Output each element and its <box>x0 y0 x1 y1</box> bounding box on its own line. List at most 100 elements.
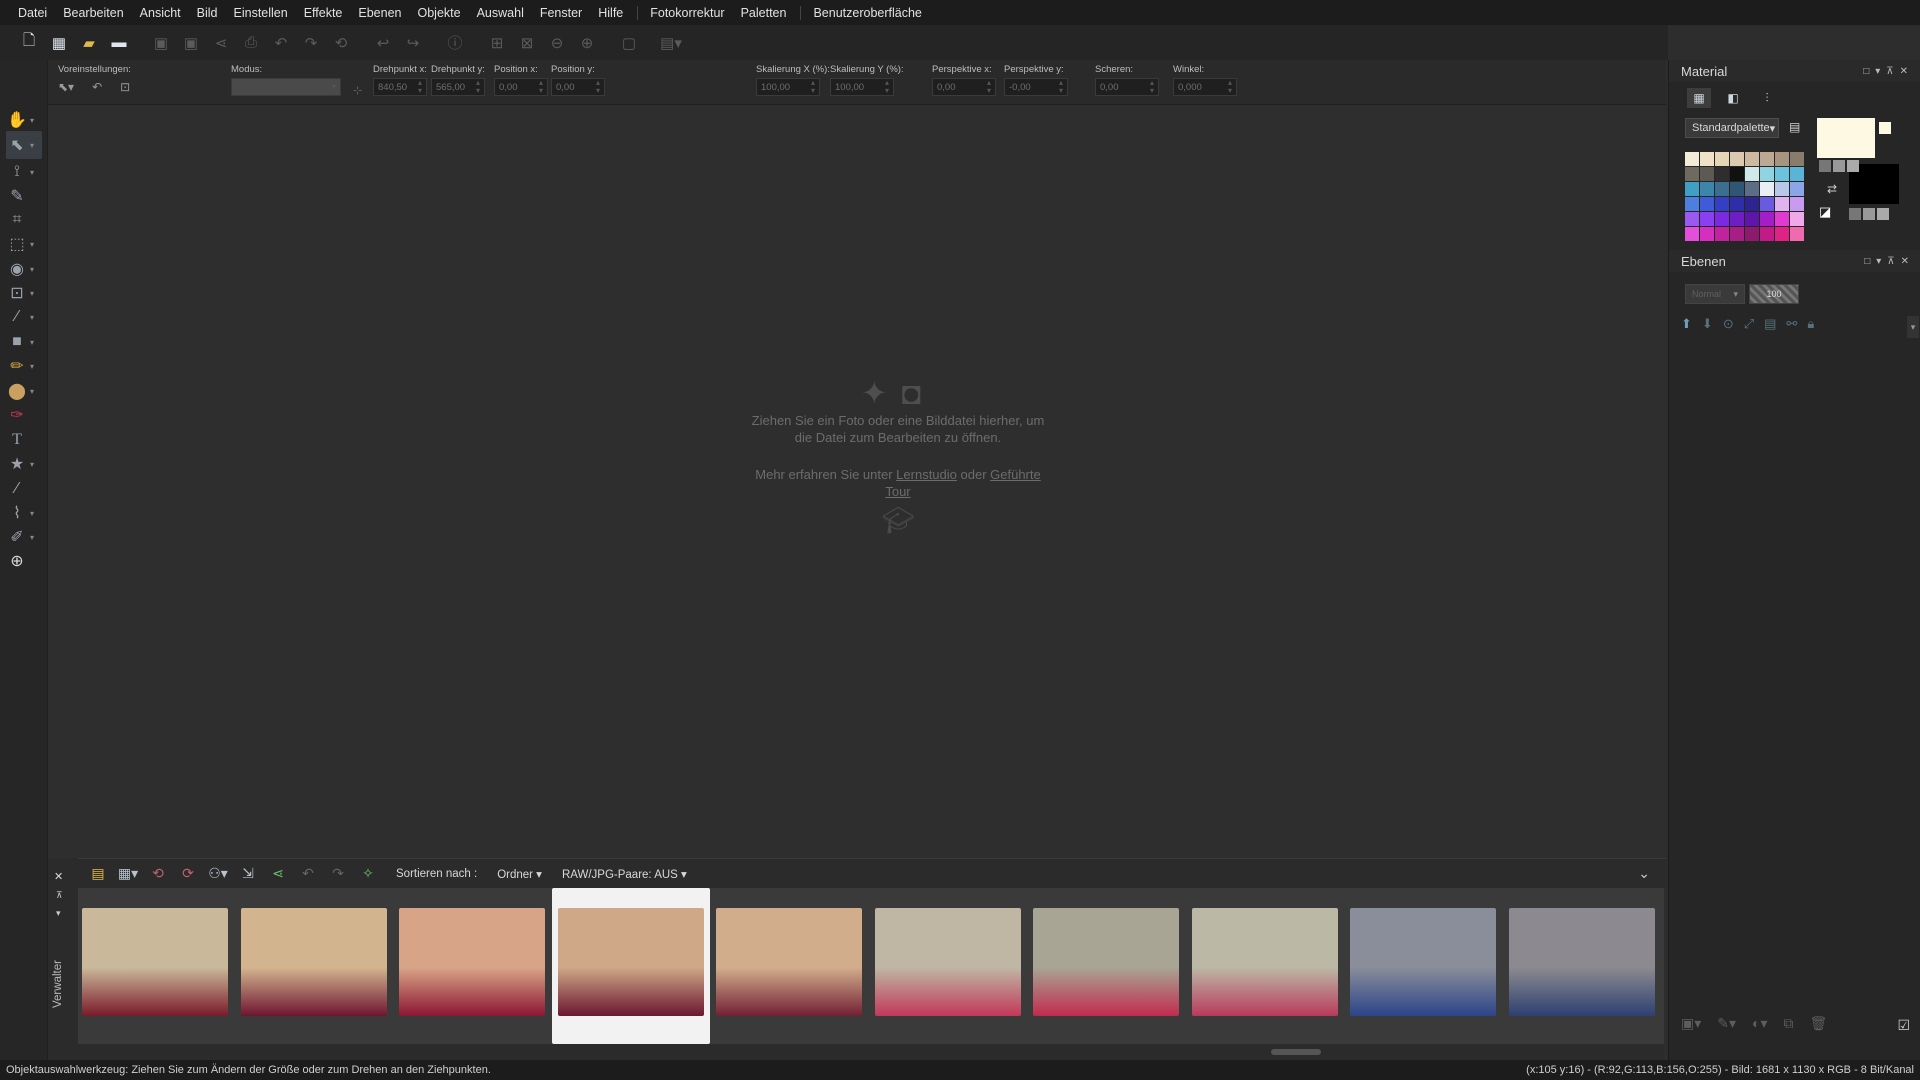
bg-color-mode[interactable] <box>1849 208 1861 220</box>
menu-datei[interactable]: Datei <box>10 6 55 20</box>
photo-thumbnail[interactable] <box>399 908 545 1016</box>
folder-view-icon[interactable]: ▤ <box>86 863 110 885</box>
color-swatch[interactable] <box>1715 182 1729 196</box>
menu-ansicht[interactable]: Ansicht <box>132 6 189 20</box>
perspective-y-input[interactable]: -0,00 ▴ ▾ <box>1004 78 1068 96</box>
color-swatch[interactable] <box>1685 167 1699 181</box>
panel-controls[interactable]: □▾⊼✕ <box>1863 66 1914 77</box>
straighten-tool[interactable]: ⬚ ▾ <box>6 230 42 258</box>
fg-color-mode[interactable] <box>1819 160 1831 172</box>
layer-properties-icon[interactable]: ▣▾ <box>1681 1015 1701 1032</box>
color-swatch[interactable] <box>1685 152 1699 166</box>
pin-icon[interactable]: ⊼ <box>56 890 63 901</box>
bg-gradient-mode[interactable] <box>1863 208 1875 220</box>
color-swatch[interactable] <box>1700 182 1714 196</box>
thumbnail-scrollbar[interactable] <box>78 1044 1664 1060</box>
color-swatch[interactable] <box>1760 167 1774 181</box>
photo-thumbnail[interactable] <box>82 908 228 1016</box>
menu-benutzeroberflaeche[interactable]: Benutzeroberfläche <box>800 5 929 20</box>
workspace-canvas[interactable]: ✦◘ Ziehen Sie ein Foto oder eine Bilddat… <box>48 105 1666 858</box>
sliders-tab-icon[interactable]: ⫶ <box>1755 88 1779 108</box>
color-swatch[interactable] <box>1745 197 1759 211</box>
options-icon[interactable]: ⊡ <box>120 80 130 94</box>
crop-preview-icon[interactable]: ▢ <box>616 30 642 56</box>
menu-fenster[interactable]: Fenster <box>532 6 590 20</box>
scale-x-input[interactable]: 100,00 ▴ ▾ <box>756 78 820 96</box>
photo-thumbnail[interactable] <box>716 908 862 1016</box>
save-icon[interactable]: ▣ <box>148 30 174 56</box>
retouch-tool[interactable]: ✏ ▾ <box>6 352 42 380</box>
menu-bearbeiten[interactable]: Bearbeiten <box>55 6 131 20</box>
color-swatch[interactable] <box>1775 152 1789 166</box>
menu-objekte[interactable]: Objekte <box>410 6 469 20</box>
color-swatch[interactable] <box>1790 227 1804 241</box>
swap-fg-swatch[interactable] <box>1879 122 1891 134</box>
color-swatch[interactable] <box>1685 182 1699 196</box>
color-swatch[interactable] <box>1685 197 1699 211</box>
close-manager-icon[interactable]: ✕ <box>54 870 63 883</box>
people-icon[interactable]: ⚇▾ <box>206 863 230 885</box>
photo-thumbnail[interactable] <box>557 908 704 1016</box>
pivot-y-input[interactable]: 565,00 ▴ ▾ <box>431 78 485 96</box>
perspective-x-input[interactable]: 0,00 ▴ ▾ <box>932 78 996 96</box>
position-x-input[interactable]: 0,00 ▴ ▾ <box>494 78 548 96</box>
raw-pair-select[interactable]: RAW/JPG-Paare: AUS ▾ <box>562 867 687 881</box>
delete-layer-icon[interactable]: 🗑︎ <box>1810 1015 1828 1032</box>
color-swatch[interactable] <box>1760 152 1774 166</box>
gradient-tab-icon[interactable]: ◧ <box>1721 88 1745 108</box>
color-swatch[interactable] <box>1775 182 1789 196</box>
color-swatch[interactable] <box>1730 197 1744 211</box>
menu-auswahl[interactable]: Auswahl <box>469 6 532 20</box>
menu-hilfe[interactable]: Hilfe <box>590 6 631 20</box>
quick-fix-icon[interactable]: ✧ <box>356 863 380 885</box>
layer-brush-icon[interactable]: ✎▾ <box>1717 1015 1736 1032</box>
open-folder-icon[interactable]: ▰ <box>76 30 102 56</box>
share-icon[interactable]: ⋖ <box>208 30 234 56</box>
default-colors-icon[interactable]: ◪ <box>1819 204 1831 220</box>
color-swatches[interactable] <box>1685 152 1804 241</box>
actual-size-icon[interactable]: ⊠ <box>514 30 540 56</box>
link-layer-icon[interactable]: ⚯ <box>1786 316 1797 332</box>
pivot-x-input[interactable]: 840,50 ▴ ▾ <box>373 78 427 96</box>
color-swatch[interactable] <box>1745 227 1759 241</box>
color-swatch[interactable] <box>1790 182 1804 196</box>
color-changer-tool[interactable]: ✑ <box>6 401 42 429</box>
import-icon[interactable]: ⇲ <box>236 863 260 885</box>
undo-arrow-icon[interactable]: ↩ <box>370 30 396 56</box>
rotate-left-icon[interactable]: ⟲ <box>146 863 170 885</box>
menu-ebenen[interactable]: Ebenen <box>350 6 409 20</box>
undo-icon[interactable]: ↶ <box>268 30 294 56</box>
rotate-right-icon[interactable]: ⟳ <box>176 863 200 885</box>
photo-thumbnail[interactable] <box>240 908 387 1016</box>
layer-check-icon[interactable]: ☑ <box>1897 1017 1910 1034</box>
menu-effekte[interactable]: Effekte <box>296 6 351 20</box>
color-swatch[interactable] <box>1700 167 1714 181</box>
brush-tool[interactable]: ⁄ ▾ <box>6 303 42 331</box>
color-swatch[interactable] <box>1700 152 1714 166</box>
position-y-input[interactable]: 0,00 ▴ ▾ <box>551 78 605 96</box>
color-swatch[interactable] <box>1745 167 1759 181</box>
new-mask-icon[interactable]: ⊙ <box>1723 316 1734 332</box>
color-swatch[interactable] <box>1790 152 1804 166</box>
color-swatch[interactable] <box>1790 167 1804 181</box>
opacity-slider[interactable]: 100 <box>1749 284 1799 304</box>
group-layer-icon[interactable]: ▤ <box>1764 316 1776 332</box>
palette-select[interactable]: Standardpalette ▾ <box>1685 118 1779 138</box>
photo-thumbnail[interactable] <box>1191 908 1338 1016</box>
color-swatch[interactable] <box>1775 197 1789 211</box>
new-file-icon[interactable]: 🗋 <box>16 30 42 56</box>
redo-manager-icon[interactable]: ↷ <box>326 863 350 885</box>
color-swatch[interactable] <box>1700 227 1714 241</box>
color-swatch[interactable] <box>1745 152 1759 166</box>
photo-thumbnail[interactable] <box>1033 908 1179 1016</box>
swatch-tab-icon[interactable]: ▦ <box>1687 88 1711 108</box>
color-swatch[interactable] <box>1760 212 1774 226</box>
color-swatch[interactable] <box>1775 212 1789 226</box>
scroll-thumb[interactable] <box>1271 1049 1321 1055</box>
info-icon[interactable]: ⓘ <box>442 30 468 56</box>
color-swatch[interactable] <box>1760 182 1774 196</box>
mode-select[interactable]: ▾ <box>231 78 341 96</box>
reset-icon[interactable]: ↶ <box>92 80 102 94</box>
photo-thumbnail[interactable] <box>1508 908 1655 1016</box>
shear-input[interactable]: 0,00 ▴ ▾ <box>1095 78 1159 96</box>
